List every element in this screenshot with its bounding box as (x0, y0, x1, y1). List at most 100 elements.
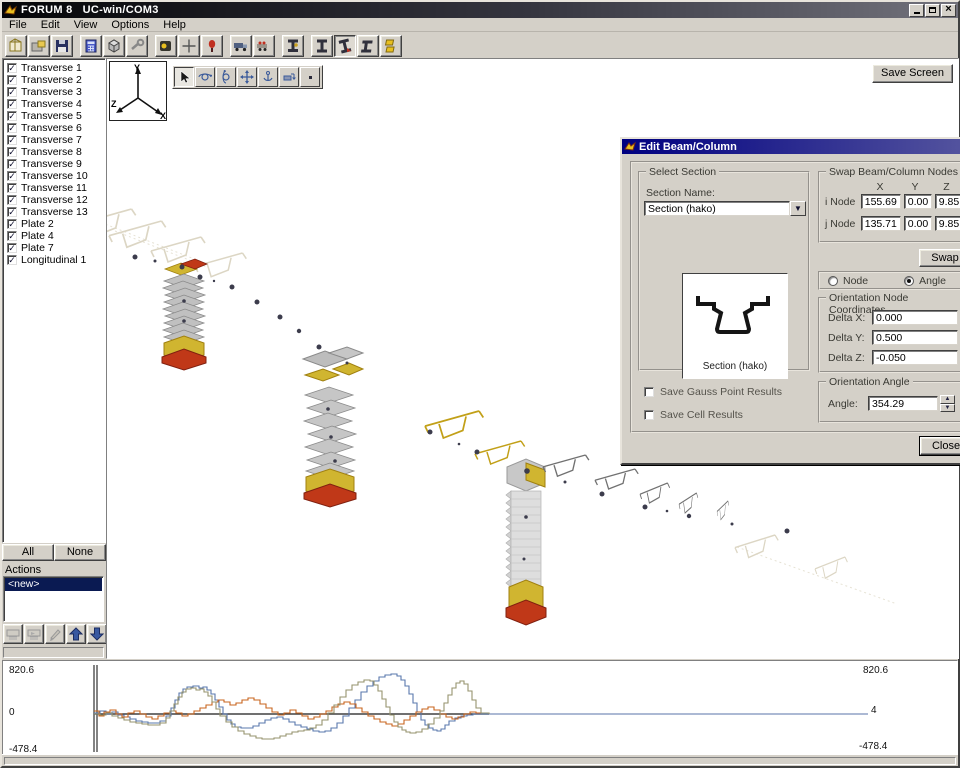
keyboard-play-icon (27, 627, 41, 641)
j-node-y-field[interactable]: 0.00 (904, 216, 932, 231)
menu-item-options[interactable]: Options (104, 19, 156, 31)
spin-up-icon[interactable]: ▲ (940, 395, 955, 404)
checkbox-icon[interactable]: ✓ (7, 147, 17, 157)
ibeam-side-button[interactable] (357, 35, 379, 57)
checkbox-icon[interactable]: ✓ (7, 255, 17, 265)
solid-view-button[interactable] (103, 35, 125, 57)
checkbox-icon[interactable]: ✓ (7, 123, 17, 133)
element-row-transverse-7[interactable]: ✓Transverse 7 (5, 134, 103, 146)
all-button[interactable]: All (2, 544, 54, 561)
calculator-button[interactable] (80, 35, 102, 57)
action-item[interactable]: <new> (5, 578, 102, 591)
pan-button[interactable] (237, 67, 257, 87)
point-tool-button[interactable] (300, 67, 320, 87)
menu-item-edit[interactable]: Edit (34, 19, 67, 31)
element-row-transverse-13[interactable]: ✓Transverse 13 (5, 206, 103, 218)
save-screen-button[interactable]: Save Screen (872, 64, 953, 83)
i-node-x-field[interactable]: 155.69 (861, 194, 901, 209)
element-row-transverse-4[interactable]: ✓Transverse 4 (5, 98, 103, 110)
element-row-transverse-1[interactable]: ✓Transverse 1 (5, 62, 103, 74)
orbit-horizontal-button[interactable] (195, 67, 215, 87)
vehicle-button[interactable] (230, 35, 252, 57)
save-cell-checkbox[interactable]: Save Cell Results (642, 409, 743, 421)
close-button[interactable]: × (941, 4, 956, 17)
j-node-x-field[interactable]: 135.71 (861, 216, 901, 231)
open-model-button[interactable] (5, 35, 27, 57)
checkbox-icon[interactable]: ✓ (7, 75, 17, 85)
element-row-transverse-3[interactable]: ✓Transverse 3 (5, 86, 103, 98)
none-button[interactable]: None (54, 544, 106, 561)
delta-z-field[interactable]: -0.050 (872, 350, 958, 365)
element-row-transverse-11[interactable]: ✓Transverse 11 (5, 182, 103, 194)
action-edit-button[interactable] (45, 624, 65, 644)
element-row-transverse-12[interactable]: ✓Transverse 12 (5, 194, 103, 206)
dropdown-arrow-icon[interactable]: ▼ (790, 201, 806, 216)
element-row-plate-7[interactable]: ✓Plate 7 (5, 242, 103, 254)
checkbox-icon[interactable]: ✓ (7, 159, 17, 169)
element-row-transverse-2[interactable]: ✓Transverse 2 (5, 74, 103, 86)
angle-radio[interactable]: Angle (904, 275, 946, 287)
checkbox-icon[interactable]: ✓ (7, 111, 17, 121)
tools-button[interactable] (126, 35, 148, 57)
checkbox-icon[interactable]: ✓ (7, 195, 17, 205)
spin-down-icon[interactable]: ▼ (940, 404, 955, 413)
orientation-angle-group: Orientation Angle Angle: 354.29 ▲ ▼ (818, 381, 960, 423)
pointer-tool-button[interactable] (174, 67, 194, 87)
element-row-transverse-6[interactable]: ✓Transverse 6 (5, 122, 103, 134)
marker-pin-button[interactable] (201, 35, 223, 57)
move-section-button[interactable] (279, 67, 299, 87)
angle-field[interactable]: 354.29 (868, 396, 938, 411)
delta-y-field[interactable]: 0.500 (872, 330, 958, 345)
menu-item-help[interactable]: Help (156, 19, 193, 31)
checkbox-icon[interactable]: ✓ (7, 183, 17, 193)
element-row-transverse-10[interactable]: ✓Transverse 10 (5, 170, 103, 182)
action-up-button[interactable] (66, 624, 86, 644)
checkbox-icon[interactable]: ✓ (7, 171, 17, 181)
j-node-z-field[interactable]: 9.85 (935, 216, 960, 231)
dialog-close-button[interactable]: Close (920, 437, 960, 455)
i-node-y-field[interactable]: 0.00 (904, 194, 932, 209)
save-button[interactable] (51, 35, 73, 57)
action-play-button[interactable] (24, 624, 44, 644)
menu-item-view[interactable]: View (67, 19, 105, 31)
import-model-button[interactable] (28, 35, 50, 57)
action-record-button[interactable] (3, 624, 23, 644)
element-row-longitudinal-1[interactable]: ✓Longitudinal 1 (5, 254, 103, 266)
checkbox-icon[interactable]: ✓ (7, 231, 17, 241)
action-down-button[interactable] (87, 624, 107, 644)
lamp-button[interactable] (155, 35, 177, 57)
crosshair-button[interactable] (178, 35, 200, 57)
checkbox-icon[interactable]: ✓ (7, 219, 17, 229)
restore-button[interactable] (925, 4, 940, 17)
checkbox-icon[interactable]: ✓ (7, 135, 17, 145)
section-name-combobox[interactable]: Section (hako) ▼ (644, 201, 806, 216)
i-node-z-field[interactable]: 9.85 (935, 194, 960, 209)
swap-button[interactable]: Swap (919, 249, 960, 267)
axis-y-label: Y (134, 63, 140, 73)
checkbox-icon[interactable]: ✓ (7, 87, 17, 97)
checkbox-icon[interactable]: ✓ (7, 207, 17, 217)
vehicle-load-button[interactable] (253, 35, 275, 57)
ibeam-active-button[interactable] (334, 35, 356, 57)
menu-item-file[interactable]: File (2, 19, 34, 31)
delta-x-field[interactable]: 0.000 (872, 310, 958, 325)
save-gauss-checkbox[interactable]: Save Gauss Point Results (642, 386, 782, 398)
section-list-button[interactable] (380, 35, 402, 57)
element-row-plate-2[interactable]: ✓Plate 2 (5, 218, 103, 230)
element-row-transverse-5[interactable]: ✓Transverse 5 (5, 110, 103, 122)
viewport-3d[interactable]: Y X Z Save Screen Edit Beam/Column × (106, 58, 959, 659)
checkbox-icon[interactable]: ✓ (7, 63, 17, 73)
node-radio[interactable]: Node (828, 275, 868, 287)
press-button[interactable] (282, 35, 304, 57)
element-row-plate-4[interactable]: ✓Plate 4 (5, 230, 103, 242)
anchor-button[interactable] (258, 67, 278, 87)
orbit-vertical-button[interactable] (216, 67, 236, 87)
checkbox-icon[interactable]: ✓ (7, 99, 17, 109)
checkbox-icon[interactable]: ✓ (7, 243, 17, 253)
ibeam-front-button[interactable] (311, 35, 333, 57)
angle-label: Angle: (828, 398, 868, 410)
dialog-title-bar: Edit Beam/Column × (622, 139, 960, 154)
minimize-button[interactable] (909, 4, 924, 17)
element-row-transverse-9[interactable]: ✓Transverse 9 (5, 158, 103, 170)
element-row-transverse-8[interactable]: ✓Transverse 8 (5, 146, 103, 158)
